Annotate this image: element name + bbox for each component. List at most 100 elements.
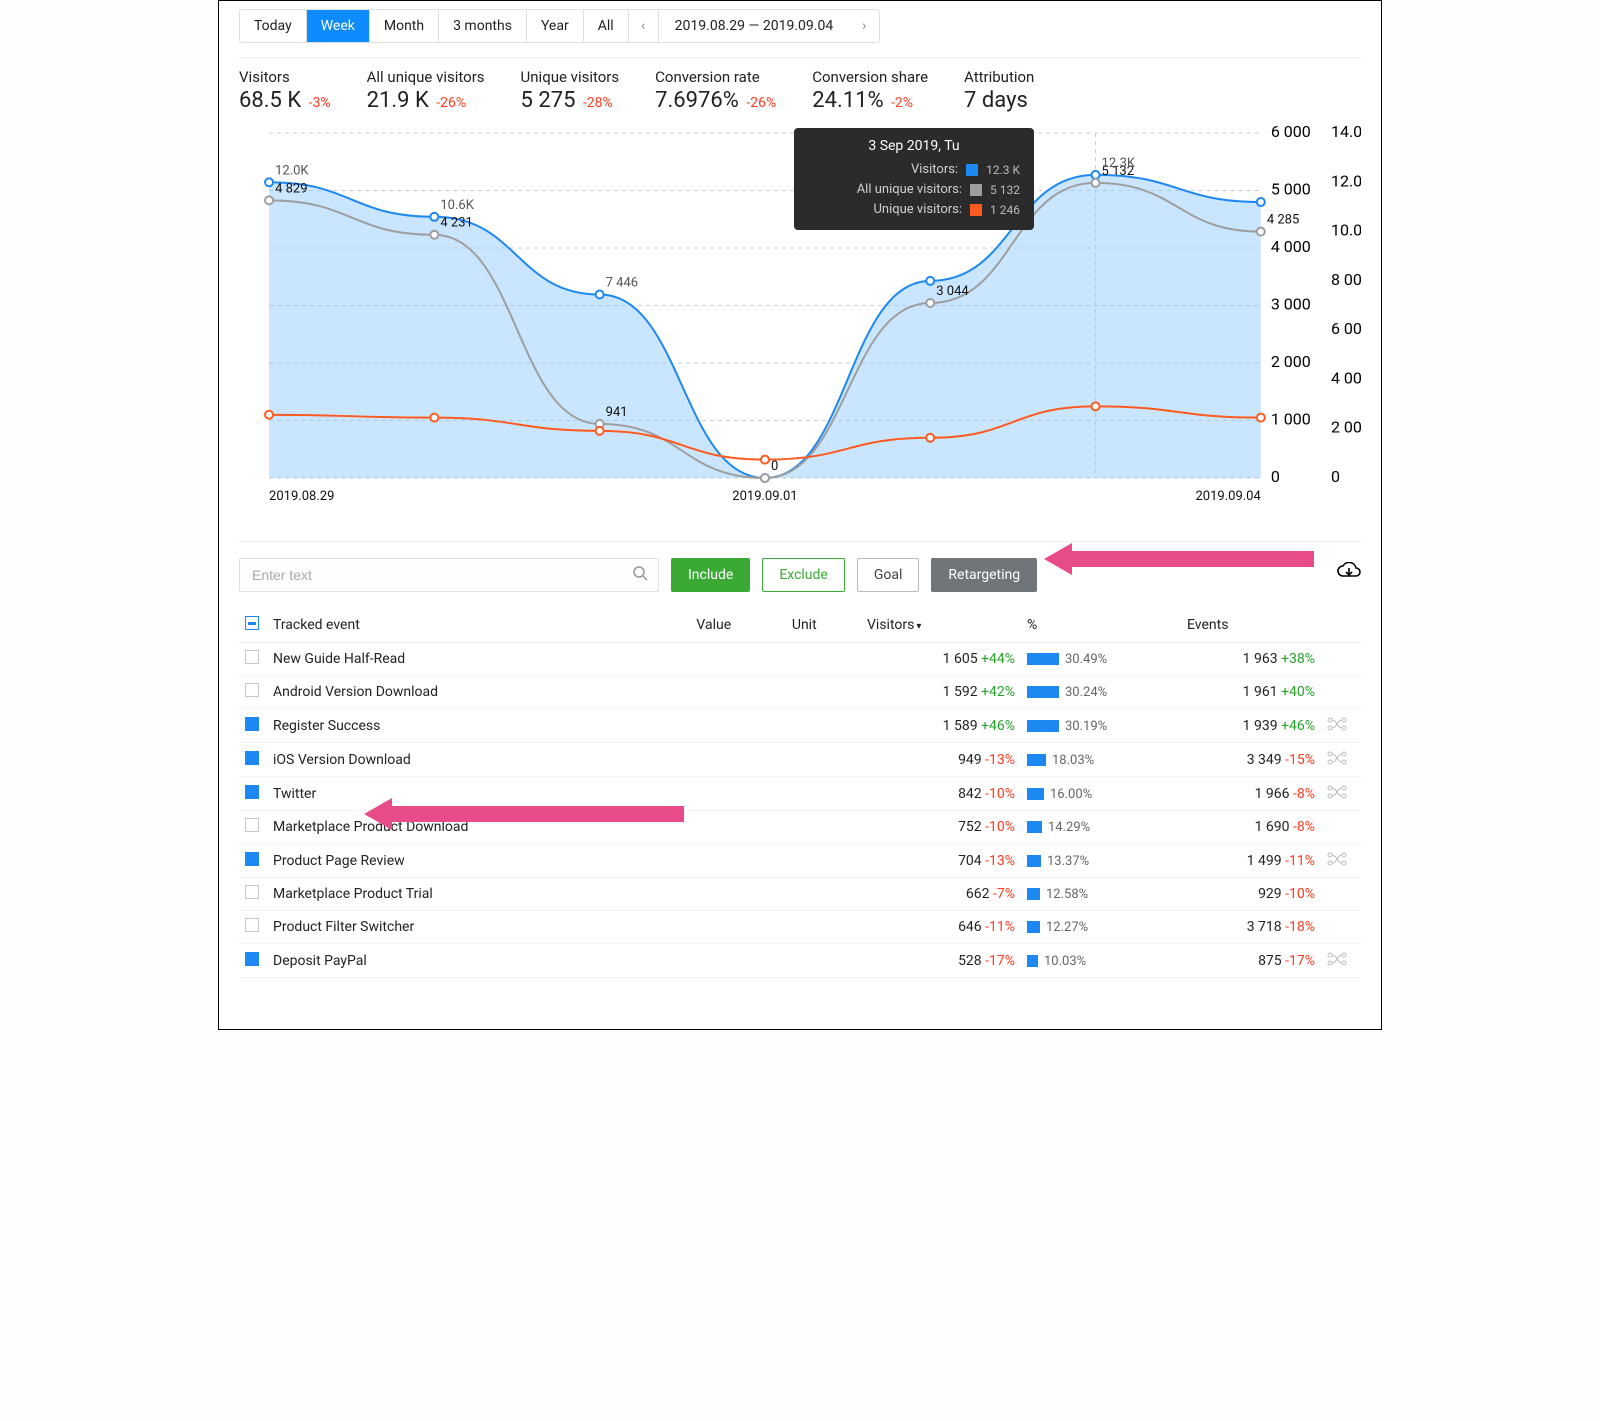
svg-text:10.6K: 10.6K	[440, 198, 474, 213]
event-name: Marketplace Product Download	[267, 811, 690, 844]
events-cell: 1 499 -11%	[1181, 844, 1321, 878]
row-checkbox[interactable]	[245, 918, 259, 932]
row-checkbox[interactable]	[245, 717, 259, 731]
date-next-button[interactable]: ›	[849, 10, 879, 42]
events-table: Tracked event Value Unit Visitors▾ % Eve…	[239, 608, 1361, 978]
events-cell: 1 690 -8%	[1181, 811, 1321, 844]
metric-label: Visitors	[239, 68, 331, 86]
svg-text:14.0K: 14.0K	[1331, 123, 1361, 141]
svg-text:6 000: 6 000	[1331, 319, 1361, 338]
metric-label: Unique visitors	[521, 68, 620, 86]
download-icon[interactable]	[1337, 562, 1361, 588]
svg-text:10.0K: 10.0K	[1331, 221, 1361, 240]
event-name: New Guide Half-Read	[267, 643, 690, 676]
row-checkbox[interactable]	[245, 818, 259, 832]
col-unit[interactable]: Unit	[786, 608, 861, 643]
table-row[interactable]: Product Page Review704 -13%13.37%1 499 -…	[239, 844, 1361, 878]
flow-icon	[1321, 878, 1361, 911]
events-cell: 1 966 -8%	[1181, 777, 1321, 811]
row-checkbox[interactable]	[245, 751, 259, 765]
svg-text:12.0K: 12.0K	[275, 163, 309, 178]
col-event[interactable]: Tracked event	[267, 608, 690, 643]
table-row[interactable]: Android Version Download1 592 +42%30.24%…	[239, 676, 1361, 709]
flow-icon[interactable]	[1321, 709, 1361, 743]
metric-attribution: Attribution7 days	[964, 68, 1034, 113]
table-row[interactable]: Marketplace Product Trial662 -7%12.58%92…	[239, 878, 1361, 911]
date-tab-all[interactable]: All	[584, 10, 629, 42]
date-tab-month[interactable]: Month	[370, 10, 439, 42]
metric-value: 7 days	[964, 88, 1034, 113]
date-tab-3-months[interactable]: 3 months	[439, 10, 527, 42]
include-button[interactable]: Include	[671, 558, 750, 592]
date-tab-year[interactable]: Year	[527, 10, 584, 42]
flow-icon[interactable]	[1321, 743, 1361, 777]
metrics-row: Visitors68.5 K -3%All unique visitors21.…	[239, 68, 1361, 113]
search-icon	[632, 565, 648, 585]
table-row[interactable]: iOS Version Download949 -13%18.03%3 349 …	[239, 743, 1361, 777]
date-tab-week[interactable]: Week	[307, 10, 370, 42]
metric-delta: -2%	[888, 95, 913, 111]
exclude-button[interactable]: Exclude	[762, 558, 845, 592]
select-all-checkbox[interactable]	[245, 616, 259, 630]
search-input[interactable]	[250, 566, 632, 584]
metric-value: 68.5 K -3%	[239, 88, 331, 113]
date-tab-today[interactable]: Today	[240, 10, 307, 42]
row-checkbox[interactable]	[245, 852, 259, 866]
metric-delta: -26%	[743, 95, 776, 111]
pct-cell: 14.29%	[1021, 811, 1181, 844]
visitors-cell: 704 -13%	[861, 844, 1021, 878]
pct-cell: 30.49%	[1021, 643, 1181, 676]
pct-cell: 10.03%	[1021, 944, 1181, 978]
metric-delta: -28%	[579, 95, 612, 111]
metric-value: 5 275 -28%	[521, 88, 620, 113]
goal-button[interactable]: Goal	[857, 558, 920, 592]
date-range-tabs: TodayWeekMonth3 monthsYearAll‹2019.08.29…	[239, 9, 880, 43]
metric-delta: -3%	[305, 95, 330, 111]
metric-value: 24.11% -2%	[812, 88, 928, 113]
table-row[interactable]: New Guide Half-Read1 605 +44%30.49%1 963…	[239, 643, 1361, 676]
table-row[interactable]: Product Filter Switcher646 -11%12.27%3 7…	[239, 911, 1361, 944]
row-checkbox[interactable]	[245, 785, 259, 799]
table-row[interactable]: Deposit PayPal528 -17%10.03%875 -17%	[239, 944, 1361, 978]
flow-icon[interactable]	[1321, 844, 1361, 878]
table-row[interactable]: Marketplace Product Download752 -10%14.2…	[239, 811, 1361, 844]
visitors-cell: 842 -10%	[861, 777, 1021, 811]
retargeting-button[interactable]: Retargeting	[931, 558, 1037, 592]
flow-icon[interactable]	[1321, 944, 1361, 978]
date-prev-button[interactable]: ‹	[629, 10, 659, 42]
flow-icon[interactable]	[1321, 777, 1361, 811]
svg-text:4 000: 4 000	[1271, 237, 1311, 256]
events-cell: 1 961 +40%	[1181, 676, 1321, 709]
event-name: Marketplace Product Trial	[267, 878, 690, 911]
col-events[interactable]: Events	[1181, 608, 1321, 643]
metric-label: Conversion share	[812, 68, 928, 86]
metric-conversion-rate: Conversion rate7.6976% -26%	[655, 68, 776, 113]
svg-text:3 000: 3 000	[1271, 295, 1311, 314]
row-checkbox[interactable]	[245, 885, 259, 899]
pct-cell: 12.27%	[1021, 911, 1181, 944]
svg-text:0: 0	[1331, 467, 1340, 486]
search-box[interactable]	[239, 558, 659, 592]
table-row[interactable]: Register Success1 589 +46%30.19%1 939 +4…	[239, 709, 1361, 743]
flow-icon	[1321, 911, 1361, 944]
row-checkbox[interactable]	[245, 650, 259, 664]
event-name: Twitter	[267, 777, 690, 811]
row-checkbox[interactable]	[245, 683, 259, 697]
svg-text:3 044: 3 044	[936, 284, 969, 299]
metric-label: Conversion rate	[655, 68, 776, 86]
col-pct[interactable]: %	[1021, 608, 1181, 643]
flow-icon	[1321, 811, 1361, 844]
svg-text:2 000: 2 000	[1271, 352, 1311, 371]
analytics-chart: 01 0002 0003 0004 0005 0006 00002 0004 0…	[239, 123, 1361, 513]
pct-cell: 13.37%	[1021, 844, 1181, 878]
table-row[interactable]: Twitter842 -10%16.00%1 966 -8%	[239, 777, 1361, 811]
svg-text:2019.09.04: 2019.09.04	[1195, 489, 1261, 504]
row-checkbox[interactable]	[245, 952, 259, 966]
col-value[interactable]: Value	[690, 608, 785, 643]
svg-text:12.3K: 12.3K	[1102, 156, 1136, 171]
svg-text:4 231: 4 231	[440, 216, 472, 231]
col-visitors[interactable]: Visitors▾	[861, 608, 1021, 643]
pct-cell: 30.24%	[1021, 676, 1181, 709]
svg-text:2019.09.01: 2019.09.01	[732, 489, 797, 504]
date-range-label[interactable]: 2019.08.29 — 2019.09.04	[659, 10, 850, 42]
